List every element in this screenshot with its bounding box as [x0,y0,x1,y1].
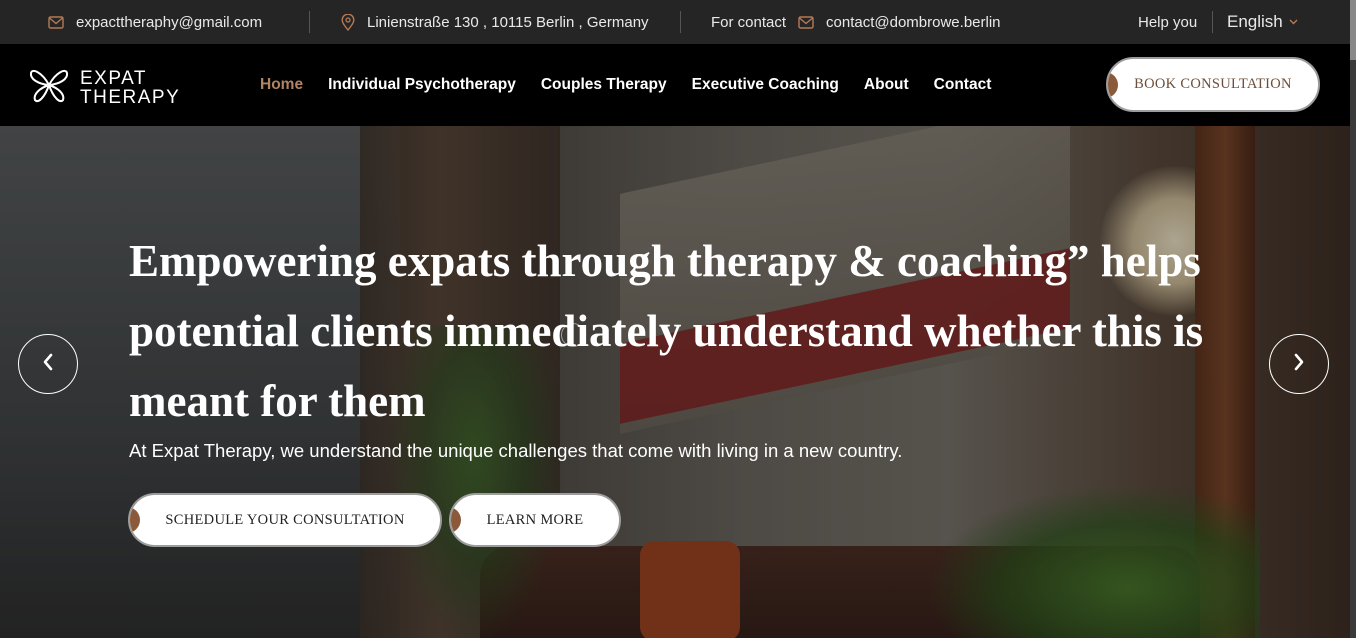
slider-prev-button[interactable] [18,334,78,394]
email-text[interactable]: expacttheraphy@gmail.com [76,14,262,31]
chevron-left-icon [42,353,54,376]
nav-item-couples-therapy[interactable]: Couples Therapy [541,76,667,94]
nav-item-home[interactable]: Home [260,76,303,94]
contact-info[interactable]: For contact contact@dombrowe.berlin [711,0,1001,44]
help-link[interactable]: Help you [1138,0,1197,44]
nav-menu: Home Individual Psychotherapy Couples Th… [260,44,991,126]
nav-item-about[interactable]: About [864,76,909,94]
button-accent-dot [1108,71,1118,98]
slider-next-button[interactable] [1269,334,1329,394]
chevron-right-icon [1293,353,1305,376]
nav-item-individual-psychotherapy[interactable]: Individual Psychotherapy [328,76,516,94]
location-pin-icon [341,13,355,31]
schedule-consultation-label: SCHEDULE YOUR CONSULTATION [165,511,405,528]
language-value[interactable]: English [1227,12,1283,32]
hero-subtitle: At Expat Therapy, we understand the uniq… [129,440,903,461]
logo-line2: THERAPY [80,86,181,108]
main-navbar: EXPAT THERAPY Home Individual Psychother… [0,44,1356,126]
mail-icon [798,15,814,29]
email-info[interactable]: expacttheraphy@gmail.com [48,0,262,44]
divider [1212,11,1213,33]
language-selector[interactable]: English [1227,0,1298,44]
button-accent-dot [451,507,461,533]
address-text: Linienstraße 130 , 10115 Berlin , German… [367,13,649,31]
button-accent-dot [130,507,140,533]
mail-icon [48,15,64,29]
page-scrollbar[interactable] [1350,0,1356,638]
book-consultation-button[interactable]: BOOK CONSULTATION [1106,57,1320,112]
book-consultation-label: BOOK CONSULTATION [1134,76,1292,92]
logo-text: EXPAT THERAPY [80,69,180,107]
hero-slider: Empowering expats through therapy & coac… [0,126,1356,638]
butterfly-logo-icon [28,64,70,111]
top-info-bar: expacttheraphy@gmail.com Linienstraße 13… [0,0,1356,44]
contact-label: For contact [711,13,787,31]
nav-item-executive-coaching[interactable]: Executive Coaching [692,76,839,94]
logo-line1: EXPAT [80,67,147,89]
scrollbar-thumb[interactable] [1350,0,1356,60]
help-label[interactable]: Help you [1138,14,1197,31]
address-info: Linienstraße 130 , 10115 Berlin , German… [341,0,649,44]
chevron-down-icon [1289,19,1298,25]
learn-more-button[interactable]: LEARN MORE [449,493,621,547]
site-logo[interactable]: EXPAT THERAPY [28,64,180,111]
hero-title: Empowering expats through therapy & coac… [129,236,1204,426]
learn-more-label: LEARN MORE [486,511,584,528]
schedule-consultation-button[interactable]: SCHEDULE YOUR CONSULTATION [128,493,442,547]
divider [680,11,681,33]
nav-item-contact[interactable]: Contact [934,76,992,94]
divider [309,11,310,33]
contact-email-text[interactable]: contact@dombrowe.berlin [826,14,1000,31]
